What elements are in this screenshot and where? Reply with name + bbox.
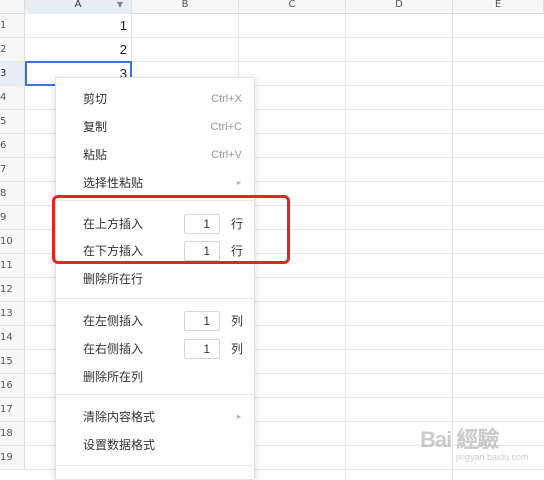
menu-item-label: 删除所在行 — [83, 272, 144, 286]
row-header[interactable]: 17 — [0, 398, 25, 422]
unit-label: 列 — [231, 314, 244, 328]
menu-item-label: 清除内容格式 — [83, 410, 156, 424]
row-header[interactable]: 6 — [0, 134, 25, 158]
row-header[interactable]: 19 — [0, 446, 25, 470]
menu-item-delete-column[interactable]: 删除所在列 — [56, 365, 256, 389]
row-header[interactable]: 14 — [0, 326, 25, 350]
watermark-url: jingyan.baidu.com — [456, 452, 529, 462]
column-header-c[interactable]: C — [239, 0, 346, 14]
insert-count-input[interactable]: 1 — [184, 311, 220, 331]
menu-item-data-format[interactable]: 设置数据格式 — [56, 433, 256, 457]
menu-item-insert-right[interactable]: 在右侧插入 1 列 — [56, 337, 256, 361]
shortcut-hint: Ctrl+C — [210, 121, 242, 133]
menu-item-paste-special[interactable]: 选择性粘贴 ▸ — [56, 171, 256, 195]
shortcut-hint: Ctrl+V — [211, 149, 242, 161]
menu-item-copy[interactable]: 复制 Ctrl+C — [56, 115, 256, 139]
row-header[interactable]: 11 — [0, 254, 25, 278]
row-header[interactable]: 9 — [0, 206, 25, 230]
row-header[interactable]: 16 — [0, 374, 25, 398]
row-header[interactable]: 7 — [0, 158, 25, 182]
baidu-watermark-logo: Bai 經驗 jingyan.baidu.com — [420, 420, 540, 470]
menu-item-delete-row[interactable]: 删除所在行 — [56, 267, 256, 291]
row-header[interactable]: 4 — [0, 86, 25, 110]
menu-item-insert-left[interactable]: 在左侧插入 1 列 — [56, 309, 256, 333]
column-header-e[interactable]: E — [453, 0, 544, 14]
menu-item-label: 设置数据格式 — [83, 438, 156, 452]
menu-item-label: 粘贴 — [83, 148, 108, 162]
column-header-a[interactable]: A ▼ — [25, 0, 132, 14]
column-label: A — [74, 0, 82, 10]
cell-a1[interactable]: 1 — [25, 14, 131, 38]
unit-label: 列 — [231, 342, 244, 356]
menu-divider — [56, 298, 254, 299]
menu-item-label: 在右侧插入 — [83, 342, 144, 356]
row-header[interactable]: 8 — [0, 182, 25, 206]
row-header[interactable]: 13 — [0, 302, 25, 326]
menu-divider — [56, 394, 254, 395]
column-header-b[interactable]: B — [132, 0, 239, 14]
row-header[interactable]: 10 — [0, 230, 25, 254]
menu-item-label: 删除所在列 — [83, 370, 144, 384]
row-header[interactable]: 1 — [0, 14, 25, 38]
menu-item-cut[interactable]: 剪切 Ctrl+X — [56, 87, 256, 111]
context-menu: 剪切 Ctrl+X 复制 Ctrl+C 粘贴 Ctrl+V 选择性粘贴 ▸ 在上… — [55, 77, 255, 480]
menu-item-label: 选择性粘贴 — [83, 176, 144, 190]
row-header[interactable]: 3 — [0, 62, 25, 86]
column-menu-arrow-icon[interactable]: ▼ — [117, 0, 123, 10]
row-header[interactable]: 15 — [0, 350, 25, 374]
menu-item-label: 在左侧插入 — [83, 314, 144, 328]
shortcut-hint: Ctrl+X — [211, 93, 242, 105]
row-header[interactable]: 5 — [0, 110, 25, 134]
annotation-highlight-box — [52, 195, 290, 264]
menu-divider — [56, 465, 254, 466]
cell-a2[interactable]: 2 — [25, 38, 131, 62]
row-header[interactable]: 18 — [0, 422, 25, 446]
column-header-bar: A ▼ B C D E — [0, 0, 544, 14]
menu-item-clear-format[interactable]: 清除内容格式 ▸ — [56, 405, 256, 429]
menu-item-paste[interactable]: 粘贴 Ctrl+V — [56, 143, 256, 167]
watermark-text: Bai 經驗 — [420, 427, 499, 452]
menu-item-label: 剪切 — [83, 92, 108, 106]
chevron-right-icon: ▸ — [236, 178, 241, 187]
menu-item-label: 复制 — [83, 120, 108, 134]
insert-count-input[interactable]: 1 — [184, 339, 220, 359]
row-header[interactable]: 2 — [0, 38, 25, 62]
select-all-corner[interactable] — [0, 0, 25, 14]
column-header-d[interactable]: D — [346, 0, 453, 14]
row-header[interactable]: 12 — [0, 278, 25, 302]
chevron-right-icon: ▸ — [236, 412, 241, 421]
